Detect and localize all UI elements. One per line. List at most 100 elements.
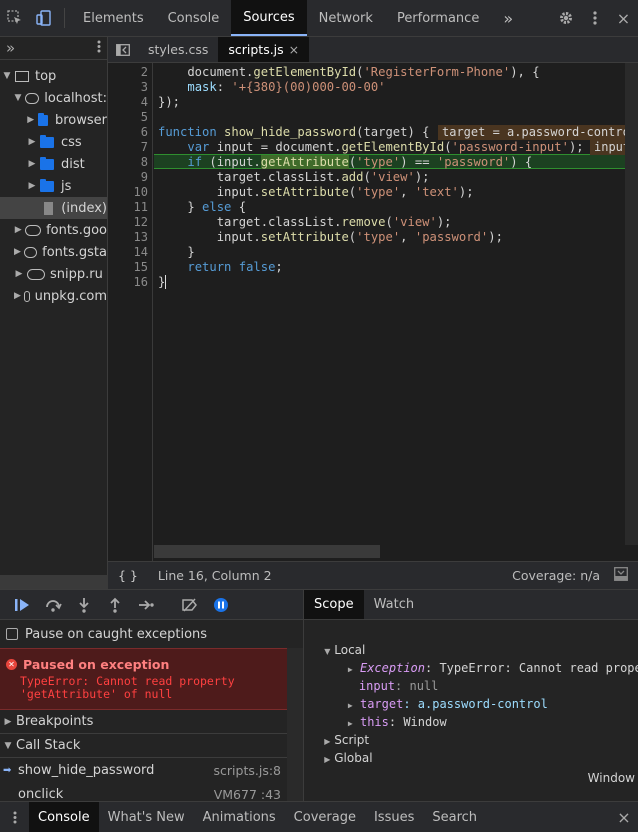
code-line: var input = document.getElementById('pas… [187, 140, 584, 154]
tree-item-browser[interactable]: ▶ browser [0, 109, 107, 131]
line-number[interactable]: 5 [141, 110, 148, 125]
kebab-menu-icon[interactable] [0, 802, 29, 832]
step-out-icon[interactable] [99, 597, 130, 613]
sidebar-toggle-icon[interactable] [614, 567, 628, 584]
code-editor[interactable]: 2 3 4 5 6 7 8 9 10 11 12 13 14 15 16 doc… [108, 63, 638, 561]
scope-target-row[interactable]: ▶ target: a.password-control [304, 677, 638, 711]
call-frame-location: VM677 :43 [213, 786, 281, 802]
line-number[interactable]: 14 [134, 245, 148, 260]
call-stack-section[interactable]: ▼ Call Stack [0, 734, 287, 758]
line-number[interactable]: 8 [141, 155, 148, 170]
tab-console[interactable]: Console [156, 0, 232, 36]
line-number[interactable]: 10 [134, 185, 148, 200]
scope-exception-row[interactable]: ▶ Exception: TypeError: Cannot read prop… [304, 641, 638, 675]
scope-this-row[interactable]: ▶ this: Window [304, 695, 638, 729]
scope-script-header[interactable]: ▶ Script [304, 713, 638, 747]
cloud-icon [25, 224, 42, 236]
line-number[interactable]: 4 [141, 95, 148, 110]
line-number[interactable]: 3 [141, 80, 148, 95]
editor-tab-scripts-js[interactable]: scripts.js × [218, 37, 310, 62]
collapsed-arrow-icon: ▶ [15, 269, 23, 279]
close-tab-icon[interactable]: × [289, 42, 299, 57]
deactivate-breakpoints-icon[interactable] [174, 597, 205, 612]
step-into-icon[interactable] [68, 597, 99, 613]
resume-icon[interactable] [6, 598, 37, 612]
tree-item-js[interactable]: ▶ js [0, 175, 107, 197]
line-number[interactable]: 16 [134, 275, 148, 290]
line-number[interactable]: 7 [141, 140, 148, 155]
pause-on-caught-checkbox[interactable] [6, 628, 18, 640]
step-icon[interactable] [130, 599, 161, 611]
line-number-gutter[interactable]: 2 3 4 5 6 7 8 9 10 11 12 13 14 15 16 [108, 63, 153, 561]
editor-horizontal-scrollbar[interactable] [154, 545, 380, 558]
code-line: input.setAttribute('type', 'password'); [158, 230, 503, 244]
line-number[interactable]: 12 [134, 215, 148, 230]
editor-status-bar: { } Line 16, Column 2 Coverage: n/a [108, 561, 638, 589]
inline-value-target: target = a.password-control [438, 125, 638, 140]
line-number[interactable]: 2 [141, 65, 148, 80]
debugger-scrollbar[interactable] [287, 648, 303, 801]
drawer-tab-issues[interactable]: Issues [365, 802, 423, 832]
toolbar-divider [64, 8, 65, 28]
tree-item-unpkg[interactable]: ▶ unpkg.com [0, 285, 107, 307]
scope-local-header[interactable]: ▼ Local [304, 623, 638, 657]
drawer-tab-whats-new[interactable]: What's New [99, 802, 194, 832]
tab-network[interactable]: Network [307, 0, 385, 36]
exception-message: TypeError: Cannot read property 'getAttr… [20, 674, 235, 701]
tree-item-dist[interactable]: ▶ dist [0, 153, 107, 175]
navigator-more-button[interactable]: » [6, 39, 15, 57]
cloud-icon [24, 92, 40, 104]
pause-on-exceptions-icon[interactable] [205, 597, 236, 613]
scope-input-row[interactable]: input: null [304, 659, 638, 693]
error-icon: ✕ [6, 659, 17, 670]
tree-item-index[interactable]: (index) [0, 197, 107, 219]
code-line: document.getElementById('RegisterForm-Ph… [158, 65, 540, 79]
breakpoints-section[interactable]: ▶ Breakpoints [0, 710, 287, 734]
folder-icon [40, 178, 54, 192]
drawer-tab-search[interactable]: Search [423, 802, 486, 832]
tree-item-snipp[interactable]: ▶ snipp.ru [0, 263, 107, 285]
tab-sources[interactable]: Sources [231, 0, 307, 36]
step-over-icon[interactable] [37, 598, 68, 612]
call-frame-current[interactable]: ➡ show_hide_password scripts.js:8 [0, 758, 287, 782]
scope-global-value: Window [587, 771, 635, 785]
collapsed-arrow-icon: ▶ [14, 247, 21, 257]
kebab-menu-icon[interactable] [580, 11, 609, 25]
scope-global-header[interactable]: ▶ Global Window [304, 731, 638, 785]
cloud-icon [23, 246, 38, 258]
pause-on-caught-row[interactable]: Pause on caught exceptions [0, 620, 303, 648]
line-number[interactable]: 9 [141, 170, 148, 185]
tree-item-fonts-googleapis[interactable]: ▶ fonts.goo [0, 219, 107, 241]
close-icon[interactable]: × [609, 9, 638, 28]
collapsed-arrow-icon: ▶ [14, 225, 22, 235]
navigator-scrollbar[interactable] [0, 575, 108, 589]
pretty-print-button[interactable]: { } [108, 568, 146, 583]
line-number[interactable]: 13 [134, 230, 148, 245]
more-tabs-button[interactable]: » [491, 0, 525, 36]
tree-item-css[interactable]: ▶ css [0, 131, 107, 153]
close-drawer-icon[interactable]: × [610, 802, 638, 832]
drawer-tab-coverage[interactable]: Coverage [285, 802, 365, 832]
tree-item-localhost[interactable]: ▼ localhost: [0, 87, 107, 109]
device-toolbar-icon[interactable] [29, 0, 58, 36]
tree-item-fonts-gstatic[interactable]: ▶ fonts.gsta [0, 241, 107, 263]
inspect-element-icon[interactable] [0, 0, 29, 36]
drawer-tab-animations[interactable]: Animations [194, 802, 285, 832]
tab-performance[interactable]: Performance [385, 0, 491, 36]
tab-watch[interactable]: Watch [364, 590, 424, 619]
editor-tab-styles-css[interactable]: styles.css [138, 37, 218, 62]
tab-scope[interactable]: Scope [304, 590, 364, 619]
code-line-current: if (input.getAttribute('type') == 'passw… [187, 155, 533, 169]
navigator-menu-icon[interactable] [97, 40, 101, 56]
editor-vertical-scrollbar[interactable] [625, 63, 638, 545]
collapsed-arrow-icon: ▶ [14, 291, 21, 301]
tree-item-top[interactable]: ▼ top [0, 65, 107, 87]
cursor-position: Line 16, Column 2 [157, 568, 272, 583]
tab-elements[interactable]: Elements [71, 0, 156, 36]
toggle-navigator-icon[interactable] [108, 37, 138, 62]
line-number[interactable]: 6 [141, 125, 148, 140]
gear-icon[interactable] [551, 10, 580, 26]
drawer-tab-console[interactable]: Console [29, 802, 99, 832]
line-number[interactable]: 11 [134, 200, 148, 215]
line-number[interactable]: 15 [134, 260, 148, 275]
